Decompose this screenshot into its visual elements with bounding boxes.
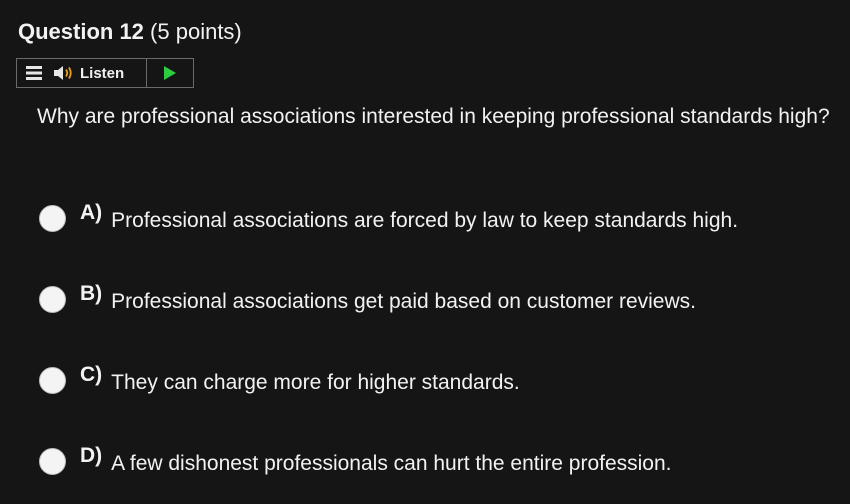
question-title: Question 12	[18, 19, 144, 44]
menu-button[interactable]	[17, 59, 51, 87]
option-text: A few dishonest professionals can hurt t…	[111, 452, 672, 475]
option-letter: A)	[80, 201, 103, 224]
option-letter: D)	[80, 444, 103, 467]
option-letter: B)	[80, 282, 103, 305]
radio-button[interactable]	[39, 204, 66, 232]
option-a[interactable]: A) Professional associations are forced …	[39, 200, 738, 236]
play-icon	[164, 66, 176, 80]
play-button[interactable]	[147, 59, 193, 87]
option-letter: C)	[80, 363, 103, 386]
radio-button[interactable]	[39, 285, 66, 313]
option-text: Professional associations are forced by …	[111, 209, 739, 232]
radio-button[interactable]	[39, 447, 66, 475]
option-text: They can charge more for higher standard…	[111, 371, 520, 394]
listen-toolbar: Listen	[16, 58, 194, 88]
option-d[interactable]: D) A few dishonest professionals can hur…	[39, 443, 672, 479]
option-c[interactable]: C) They can charge more for higher stand…	[39, 362, 520, 398]
listen-button[interactable]: Listen	[51, 59, 147, 87]
question-header: Question 12 (5 points)	[18, 18, 242, 46]
menu-icon	[26, 66, 42, 80]
radio-button[interactable]	[39, 366, 66, 394]
speaker-icon	[54, 66, 72, 80]
option-text: Professional associations get paid based…	[111, 290, 696, 313]
question-text: Why are professional associations intere…	[37, 105, 830, 128]
listen-label: Listen	[80, 64, 125, 82]
question-points: (5 points)	[150, 19, 242, 44]
option-b[interactable]: B) Professional associations get paid ba…	[39, 281, 696, 317]
